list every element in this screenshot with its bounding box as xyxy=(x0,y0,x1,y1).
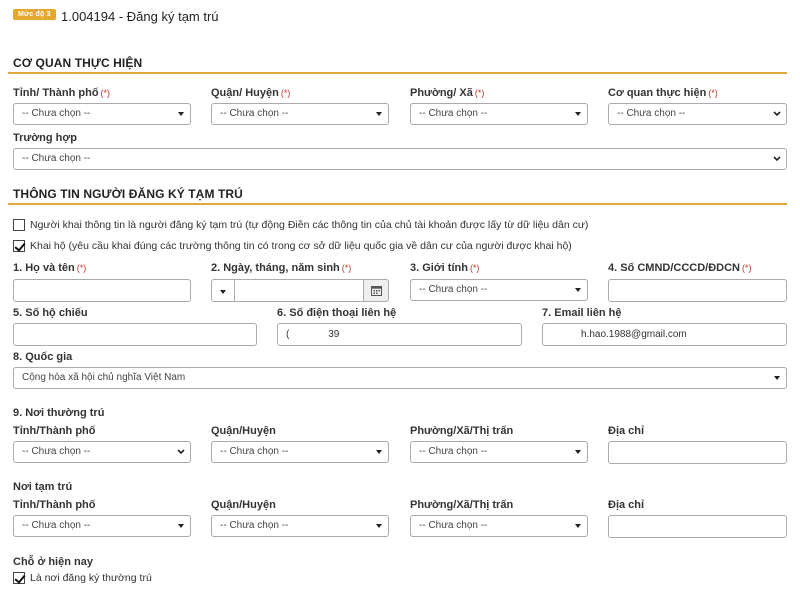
temp-district-label: Quận/Huyện xyxy=(211,499,276,511)
proxy-checkbox[interactable] xyxy=(13,240,25,252)
phone-label: 6. Số điện thoại liên hệ xyxy=(277,307,397,319)
ward-label: Phường/ Xã (*) xyxy=(410,87,485,99)
passport-input[interactable] xyxy=(13,323,257,346)
phone-input[interactable]: ( 39 xyxy=(277,323,522,346)
self-checkbox[interactable] xyxy=(13,219,25,231)
same-as-permanent-row[interactable]: Là nơi đăng ký thường trú xyxy=(13,572,152,584)
temp-province-select[interactable]: -- Chưa chọn -- xyxy=(13,515,191,537)
section-divider xyxy=(8,72,787,74)
option-self-label: Người khai thông tin là người đăng ký tạ… xyxy=(30,219,589,231)
same-as-permanent-checkbox[interactable] xyxy=(13,572,25,584)
perm-ward-select[interactable]: -- Chưa chọn -- xyxy=(410,441,588,463)
agency-select[interactable]: -- Chưa chọn -- xyxy=(608,103,787,125)
id-label: 4. Số CMND/CCCD/ĐDCN (*) xyxy=(608,262,752,274)
email-label: 7. Email liên hệ xyxy=(542,307,622,319)
option-self-row[interactable]: Người khai thông tin là người đăng ký tạ… xyxy=(13,219,588,231)
temp-address-input[interactable] xyxy=(608,515,787,538)
gender-label: 3. Giới tính (*) xyxy=(410,262,480,274)
district-select[interactable]: -- Chưa chọn -- xyxy=(211,103,389,125)
temp-ward-select[interactable]: -- Chưa chọn -- xyxy=(410,515,588,537)
caret-down-icon xyxy=(220,290,226,294)
calendar-icon xyxy=(370,286,382,296)
email-input[interactable]: h.hao.1988@gmail.com xyxy=(542,323,787,346)
gender-select[interactable]: -- Chưa chọn -- xyxy=(410,279,588,301)
caret-down-icon xyxy=(376,524,382,528)
chevron-down-icon xyxy=(177,449,185,455)
current-residence-heading: Chỗ ở hiện nay xyxy=(13,556,93,568)
province-label: Tỉnh/ Thành phố (*) xyxy=(13,87,111,99)
perm-district-label: Quận/Huyện xyxy=(211,425,276,437)
agency-label: Cơ quan thực hiện (*) xyxy=(608,87,718,99)
caret-down-icon xyxy=(575,288,581,292)
temp-ward-label: Phường/Xã/Thị trấn xyxy=(410,499,514,511)
page-title: 1.004194 - Đăng ký tạm trú xyxy=(61,9,219,24)
same-as-permanent-label: Là nơi đăng ký thường trú xyxy=(30,572,152,584)
perm-province-label: Tỉnh/Thành phố xyxy=(13,425,96,437)
option-proxy-row[interactable]: Khai hộ (yêu cầu khai đúng các trường th… xyxy=(13,240,572,252)
permanent-heading: 9. Nơi thường trú xyxy=(13,407,105,419)
section-title-agency: CƠ QUAN THỰC HIỆN xyxy=(13,56,143,70)
calendar-button[interactable] xyxy=(363,279,389,302)
level-badge: Mức độ 3 xyxy=(13,9,56,20)
perm-province-select[interactable]: -- Chưa chọn -- xyxy=(13,441,191,463)
perm-ward-label: Phường/Xã/Thị trấn xyxy=(410,425,514,437)
option-proxy-label: Khai hộ (yêu cầu khai đúng các trường th… xyxy=(30,240,572,252)
dob-input[interactable] xyxy=(235,279,363,302)
case-select[interactable]: -- Chưa chọn -- xyxy=(13,148,787,170)
caret-down-icon xyxy=(575,524,581,528)
temp-district-select[interactable]: -- Chưa chọn -- xyxy=(211,515,389,537)
perm-address-input[interactable] xyxy=(608,441,787,464)
temporary-heading: Nơi tạm trú xyxy=(13,481,73,493)
section-divider xyxy=(8,203,787,205)
province-select[interactable]: -- Chưa chọn -- xyxy=(13,103,191,125)
dob-label: 2. Ngày, tháng, năm sinh (*) xyxy=(211,262,352,274)
district-label: Quận/ Huyện (*) xyxy=(211,87,291,99)
section-title-registrant: THÔNG TIN NGƯỜI ĐĂNG KÝ TẠM TRÚ xyxy=(13,187,243,201)
passport-label: 5. Số hộ chiếu xyxy=(13,307,88,319)
perm-address-label: Địa chỉ xyxy=(608,425,645,437)
caret-down-icon xyxy=(774,376,780,380)
caret-down-icon xyxy=(575,112,581,116)
id-number-input[interactable] xyxy=(608,279,787,302)
name-label: 1. Họ và tên (*) xyxy=(13,262,87,274)
perm-district-select[interactable]: -- Chưa chọn -- xyxy=(211,441,389,463)
country-select[interactable]: Cộng hòa xã hội chủ nghĩa Việt Nam xyxy=(13,367,787,389)
temp-province-label: Tỉnh/Thành phố xyxy=(13,499,96,511)
temp-address-label: Địa chỉ xyxy=(608,499,645,511)
caret-down-icon xyxy=(575,450,581,454)
name-input[interactable] xyxy=(13,279,191,302)
caret-down-icon xyxy=(376,112,382,116)
dob-dropdown-button[interactable] xyxy=(211,279,235,302)
chevron-down-icon xyxy=(773,111,781,117)
country-label: 8. Quốc gia xyxy=(13,351,73,363)
ward-select[interactable]: -- Chưa chọn -- xyxy=(410,103,588,125)
caret-down-icon xyxy=(178,112,184,116)
caret-down-icon xyxy=(178,524,184,528)
chevron-down-icon xyxy=(773,156,781,162)
case-label: Trường hợp xyxy=(13,132,77,144)
dob-picker[interactable] xyxy=(211,279,389,302)
caret-down-icon xyxy=(376,450,382,454)
